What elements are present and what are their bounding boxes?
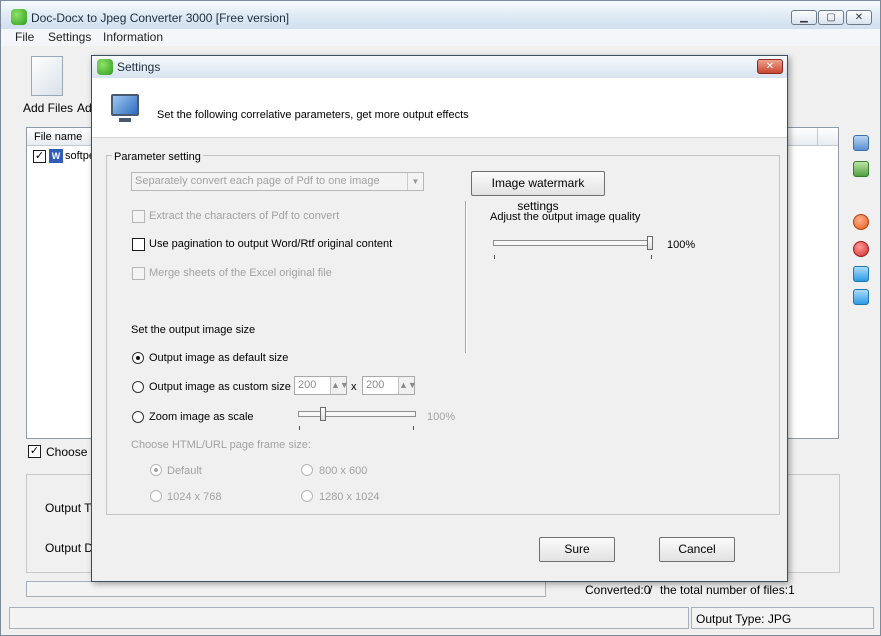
row-checkbox[interactable]: ✓	[33, 150, 46, 163]
maximize-button[interactable]: ▢	[818, 10, 844, 25]
frame-1280-label: 1280 x 1024	[319, 491, 380, 503]
app-icon	[11, 9, 27, 25]
quality-slider[interactable]	[492, 236, 657, 260]
pdf-mode-value: Separately convert each page of Pdf to o…	[135, 175, 380, 187]
use-pagination-checkbox[interactable]	[132, 238, 145, 251]
choose-label: Choose a	[46, 445, 98, 459]
zoom-slider[interactable]	[297, 407, 419, 431]
merge-sheets-checkbox[interactable]	[132, 267, 145, 280]
merge-sheets-label: Merge sheets of the Excel original file	[149, 267, 332, 279]
frame-default-label: Default	[167, 465, 202, 477]
custom-size-radio[interactable]	[132, 381, 144, 393]
progress-bar	[26, 581, 546, 597]
default-size-radio[interactable]	[132, 352, 144, 364]
slider-tick	[651, 255, 652, 259]
zoom-slider-track	[298, 411, 416, 417]
frame-size-label: Choose HTML/URL page frame size:	[131, 439, 311, 451]
zoom-scale-radio[interactable]	[132, 411, 144, 423]
zoom-slider-thumb[interactable]	[320, 407, 326, 421]
word-document-icon: W	[49, 149, 63, 163]
total-files: the total number of files:1	[660, 583, 795, 597]
dialog-close-button[interactable]: ✕	[757, 59, 783, 74]
dialog-banner: Set the following correlative parameters…	[92, 78, 787, 138]
extract-chars-checkbox[interactable]	[132, 210, 145, 223]
menu-file[interactable]: File	[15, 30, 34, 44]
width-value: 200	[298, 379, 317, 391]
slider-tick	[299, 426, 300, 430]
frame-1024-radio[interactable]	[150, 490, 162, 502]
parameter-setting-title: Parameter setting	[112, 151, 203, 163]
vertical-separator	[465, 201, 467, 353]
converted-count: Converted:0	[585, 583, 651, 597]
image-size-label: Set the output image size	[131, 324, 256, 336]
custom-size-label: Output image as custom size	[149, 381, 291, 393]
frame-1024-label: 1024 x 768	[167, 491, 222, 503]
status-bar-left	[9, 607, 689, 629]
close-button[interactable]: ✕	[846, 10, 872, 25]
column-file-name[interactable]: File name	[34, 131, 82, 143]
move-down-icon[interactable]	[853, 289, 869, 305]
height-value: 200	[366, 379, 385, 391]
chevron-down-icon: ▼	[407, 173, 423, 190]
spin-arrows-icon[interactable]: ▲▼	[398, 377, 417, 394]
cancel-button[interactable]: Cancel	[659, 537, 735, 562]
quality-slider-thumb[interactable]	[647, 236, 653, 250]
quality-label: Adjust the output image quality	[490, 211, 641, 223]
frame-default-radio[interactable]	[150, 464, 162, 476]
menu-bar: File Settings Information	[1, 29, 880, 46]
settings-dialog: Settings ✕ Set the following correlative…	[91, 55, 788, 582]
zoom-percent: 100%	[427, 411, 456, 423]
frame-800-radio[interactable]	[301, 464, 313, 476]
times-symbol: x	[351, 381, 357, 393]
slider-tick	[494, 255, 495, 259]
menu-information[interactable]: Information	[103, 30, 163, 44]
output-dir-label: Output Di	[45, 541, 96, 555]
spin-arrows-icon[interactable]: ▲▼	[330, 377, 349, 394]
image-watermark-button[interactable]: Image watermark settings	[471, 171, 605, 213]
menu-settings[interactable]: Settings	[48, 30, 91, 44]
remove-icon[interactable]	[853, 214, 869, 230]
column-divider	[817, 128, 818, 146]
default-size-label: Output image as default size	[149, 352, 289, 364]
banner-text: Set the following correlative parameters…	[157, 109, 469, 121]
dialog-title: Settings	[117, 60, 161, 74]
window-title: Doc-Docx to Jpeg Converter 3000 [Free ve…	[31, 11, 290, 25]
width-stepper[interactable]: 200 ▲▼	[294, 376, 349, 395]
extract-chars-label: Extract the characters of Pdf to convert	[149, 210, 340, 222]
monitor-icon	[111, 94, 139, 116]
pdf-mode-select[interactable]: Separately convert each page of Pdf to o…	[131, 172, 424, 191]
frame-1280-radio[interactable]	[301, 490, 313, 502]
quality-slider-track	[493, 240, 653, 246]
add-folder-icon[interactable]	[853, 161, 869, 177]
status-separator: /	[649, 583, 653, 597]
dialog-titlebar: Settings ✕	[92, 56, 787, 78]
quality-percent: 100%	[667, 239, 696, 251]
main-titlebar: Doc-Docx to Jpeg Converter 3000 [Free ve…	[1, 1, 880, 31]
add-folder-button[interactable]: Ad	[77, 101, 92, 115]
dialog-app-icon	[97, 59, 113, 75]
move-up-icon[interactable]	[853, 266, 869, 282]
use-pagination-label: Use pagination to output Word/Rtf origin…	[149, 238, 393, 250]
monitor-stand	[119, 118, 131, 122]
output-type-label: Output Ty	[45, 501, 97, 515]
output-type-status: Output Type: JPG	[696, 612, 792, 626]
zoom-scale-label: Zoom image as scale	[149, 411, 254, 423]
list-view-icon[interactable]	[853, 135, 869, 151]
sure-button[interactable]: Sure	[539, 537, 615, 562]
height-stepper[interactable]: 200 ▲▼	[362, 376, 417, 395]
add-files-button[interactable]: Add Files	[23, 101, 73, 115]
clear-all-icon[interactable]	[853, 241, 869, 257]
minimize-button[interactable]: ▁	[791, 10, 817, 25]
choose-checkbox[interactable]: ✓	[28, 445, 41, 458]
slider-tick	[413, 426, 414, 430]
frame-800-label: 800 x 600	[319, 465, 368, 477]
add-files-icon	[31, 56, 63, 96]
